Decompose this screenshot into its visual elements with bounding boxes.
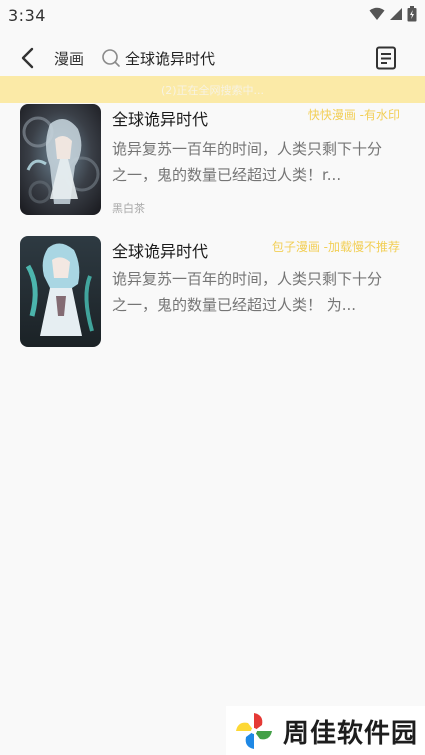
bookshelf-button[interactable]: [372, 44, 400, 72]
wifi-icon: [369, 7, 385, 20]
status-bar: 3:34: [0, 0, 425, 30]
result-title[interactable]: 全球诡异时代: [112, 238, 208, 262]
signal-icon: [390, 8, 402, 20]
search-input[interactable]: 全球诡异时代: [125, 48, 215, 69]
back-arrow-icon: [21, 47, 34, 69]
result-source: 快快漫画 -有水印: [307, 108, 400, 122]
search-box[interactable]: 全球诡异时代: [100, 42, 350, 74]
app-bar: 漫画 全球诡异时代: [0, 38, 425, 78]
search-progress-banner: (2)正在全网搜索中...: [0, 76, 425, 103]
watermark: 周佳软件园: [226, 706, 425, 755]
back-button[interactable]: [14, 46, 40, 70]
result-author: 黑白茶: [112, 202, 145, 215]
result-source: 包子漫画 -加载慢不推荐: [271, 240, 400, 254]
search-icon: [100, 47, 122, 69]
result-description: 诡异复苏一百年的时间，人类只剩下十分之一，鬼的数量已经超过人类！ 为...: [112, 270, 383, 314]
pinwheel-logo-icon: [236, 713, 272, 749]
status-icons: [369, 6, 417, 22]
search-progress-text: (2)正在全网搜索中...: [160, 83, 265, 97]
result-title[interactable]: 全球诡异时代: [112, 106, 208, 130]
cover-image[interactable]: [20, 236, 101, 347]
cover-image[interactable]: [20, 104, 101, 215]
status-time: 3:34: [8, 5, 46, 25]
list-item[interactable]: 全球诡异时代 快快漫画 -有水印 诡异复苏一百年的时间，人类只剩下十分之一，鬼的…: [0, 104, 425, 222]
book-list-icon: [376, 46, 396, 70]
battery-icon: [407, 6, 417, 22]
category-label[interactable]: 漫画: [54, 48, 84, 69]
watermark-text: 周佳软件园: [283, 719, 419, 749]
result-description: 诡异复苏一百年的时间，人类只剩下十分之一，鬼的数量已经超过人类！r...: [112, 140, 383, 184]
list-item[interactable]: 全球诡异时代 包子漫画 -加载慢不推荐 诡异复苏一百年的时间，人类只剩下十分之一…: [0, 236, 425, 354]
